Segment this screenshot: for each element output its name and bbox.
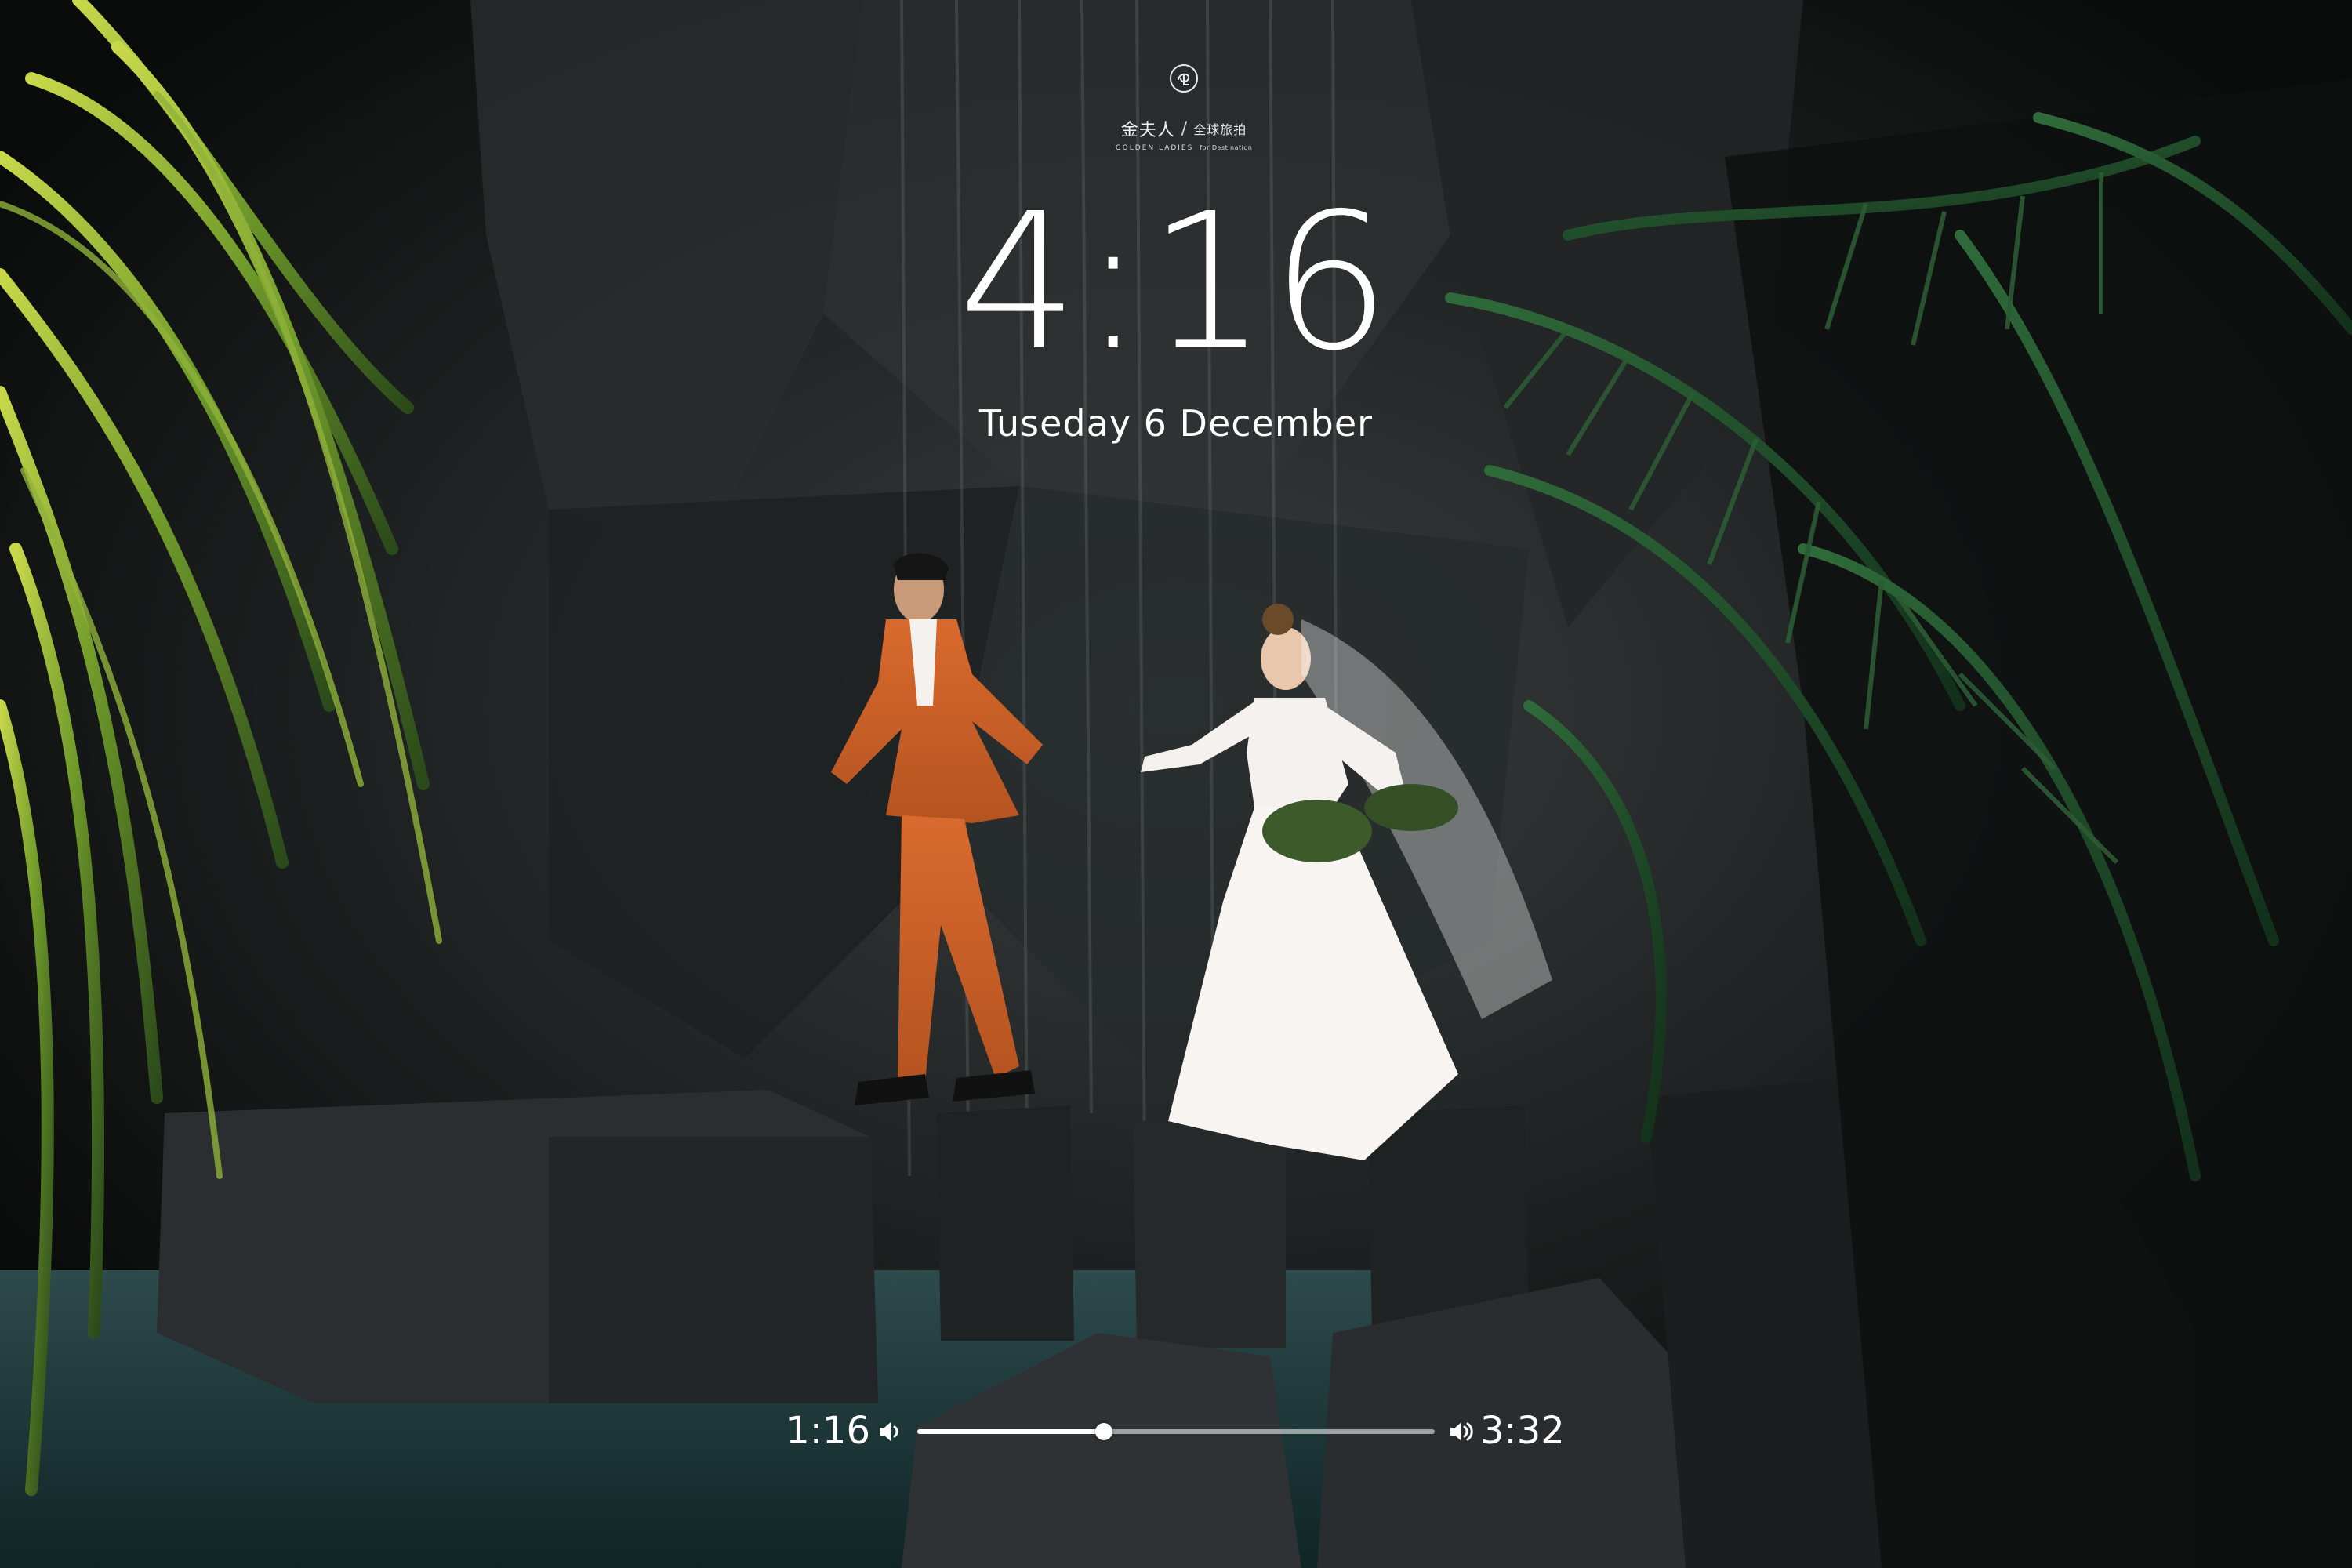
- brand-english-row: GOLDEN LADIES for Destination: [1090, 144, 1278, 152]
- speaker-low-icon[interactable]: [877, 1417, 905, 1446]
- lockscreen-date: Tuseday 6 December: [978, 402, 1374, 445]
- brand-name-en: GOLDEN LADIES: [1115, 144, 1194, 152]
- brand-tagline-cn: 全球旅拍: [1193, 122, 1247, 137]
- total-time: 3:32: [1480, 1409, 1565, 1453]
- progress-track[interactable]: [917, 1423, 1435, 1440]
- brand-divider: /: [1181, 118, 1188, 139]
- speaker-high-icon[interactable]: [1447, 1417, 1475, 1446]
- progress-scrubber[interactable]: [1094, 1423, 1112, 1440]
- elapsed-time: 1:16: [786, 1409, 870, 1453]
- brand-tagline-en: for Destination: [1200, 144, 1253, 151]
- brand-logo: 金夫人 / 全球旅拍 GOLDEN LADIES for Destination: [1090, 63, 1278, 157]
- brand-name-row: 金夫人 / 全球旅拍: [1090, 118, 1278, 141]
- progress-fill: [917, 1429, 1104, 1434]
- brand-name-cn: 金夫人: [1120, 121, 1175, 140]
- media-player: 1:16 3:32: [784, 1403, 1568, 1458]
- brand-monogram-icon: [1170, 64, 1198, 93]
- lockscreen-clock: 4:16: [958, 172, 1394, 392]
